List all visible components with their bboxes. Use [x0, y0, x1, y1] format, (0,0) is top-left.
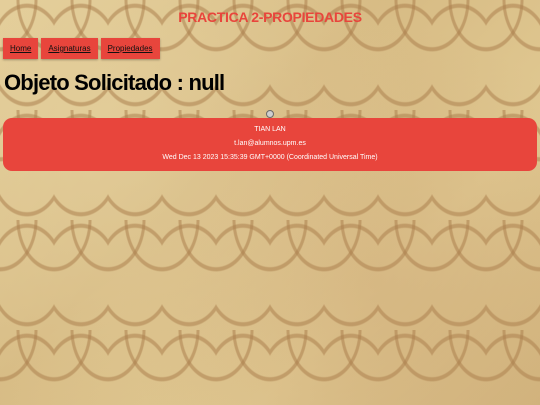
nav-asignaturas-link[interactable]: Asignaturas [41, 38, 98, 59]
user-email: t.lan@alumnos.upm.es [234, 140, 306, 147]
nav-bar: Home Asignaturas Propiedades [3, 38, 160, 59]
broken-image-icon [266, 110, 274, 118]
user-name: TIAN LAN [254, 126, 286, 133]
nav-propiedades-link[interactable]: Propiedades [100, 38, 160, 59]
current-date: Wed Dec 13 2023 15:35:39 GMT+0000 (Coord… [162, 154, 378, 161]
page-heading: Objeto Solicitado : null [4, 70, 225, 95]
nav-home-link[interactable]: Home [3, 38, 39, 59]
site-title: PRACTICA 2-PROPIEDADES [178, 9, 362, 25]
user-info-card: TIAN LAN t.lan@alumnos.upm.es Wed Dec 13… [3, 118, 537, 171]
